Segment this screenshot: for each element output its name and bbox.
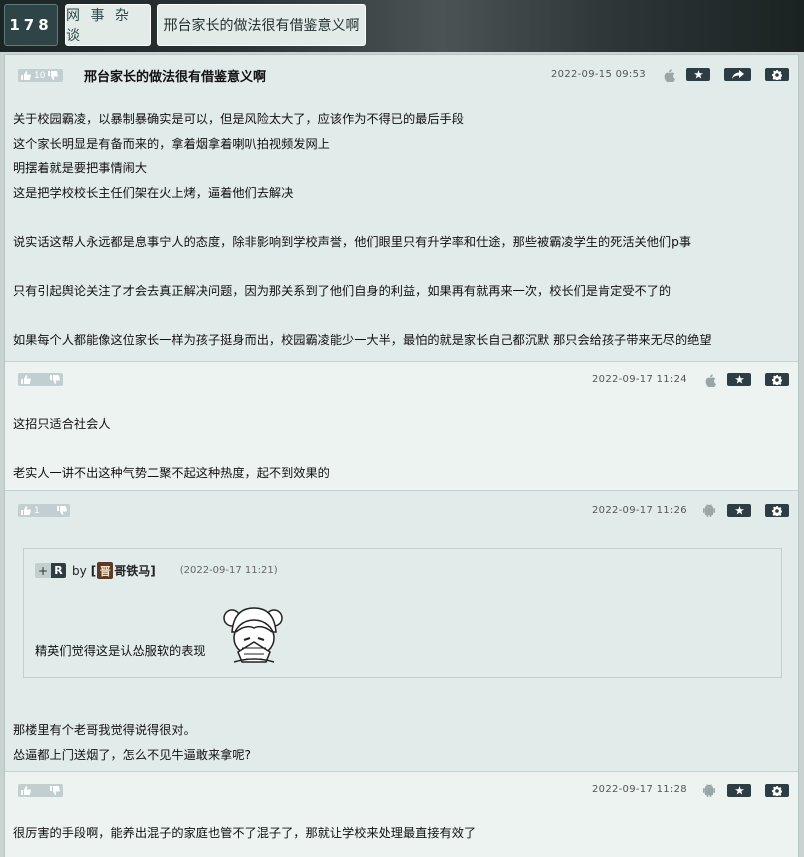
- post-line: 只有引起舆论关注了才会去真正解决问题，因为那关系到了他们自身的利益，如果再有就再…: [13, 284, 672, 299]
- quote-user[interactable]: [ 晋 哥铁马 ]: [91, 562, 156, 579]
- post-line: 说实话这帮人永远都是息事宁人的态度，除非影响到学校声誉，他们眼里只有升学率和仕途…: [13, 234, 692, 249]
- post-line: 关于校园霸凌，以暴制暴确实是可以，但是风险太大了，应该作为不得已的最后手段: [13, 112, 464, 126]
- post-body: 关于校园霸凌，以暴制暴确实是可以，但是风险太大了，应该作为不得已的最后手段 这个…: [13, 107, 712, 353]
- thread-title-tag[interactable]: 邢台家长的做法很有借鉴意义啊: [157, 4, 366, 46]
- post-body: 那楼里有个老哥我觉得说得很对。 怂逼都上门送烟了，怎么不见牛逼敢来拿呢?: [13, 718, 251, 767]
- vote-widget[interactable]: 1: [18, 504, 70, 517]
- quote-header: + R by [ 晋 哥铁马 ] (2022-09-17 11:21): [35, 562, 278, 579]
- favorite-button[interactable]: [727, 784, 751, 797]
- post-line: 明摆着就是要把事情闹大: [13, 161, 148, 176]
- gear-icon: [772, 785, 782, 796]
- category-tag[interactable]: 网 事 杂 谈: [65, 4, 151, 46]
- quote-reply-badge[interactable]: R: [51, 563, 66, 578]
- post-line: 老实人一讲不出这种气势二聚不起这种热度，起不到效果的: [13, 466, 330, 481]
- star-icon: [734, 506, 744, 515]
- star-icon: [734, 375, 744, 384]
- floor-number-tag[interactable]: 178: [4, 4, 58, 46]
- quote-user-bracket-close: ]: [150, 563, 156, 578]
- post-time: 2022-09-15 09:53: [551, 69, 646, 80]
- share-button[interactable]: [724, 68, 751, 81]
- gear-icon: [772, 505, 782, 516]
- favorite-button[interactable]: [686, 68, 710, 81]
- post-line: 很厉害的手段啊，能养出混子的家庭也管不了混子了，那就让学校来处理最直接有效了: [13, 826, 477, 840]
- avatar: 晋: [97, 562, 114, 579]
- thumbs-up-icon[interactable]: [21, 506, 31, 515]
- quote-user-bracket-open: [: [90, 563, 97, 578]
- post-time: 2022-09-17 11:28: [592, 784, 687, 795]
- post-line: [13, 437, 330, 462]
- thumbs-down-icon[interactable]: [48, 71, 59, 80]
- post-line: [13, 205, 712, 230]
- apple-icon: [664, 69, 675, 82]
- star-icon: [734, 786, 744, 795]
- post-title: 邢台家长的做法很有借鉴意义啊: [84, 70, 267, 85]
- vote-widget[interactable]: [18, 373, 63, 386]
- gear-icon: [772, 374, 782, 385]
- vote-count: 1: [34, 505, 40, 516]
- post-line: 这招只适合社会人: [13, 417, 111, 431]
- gear-icon: [772, 69, 782, 80]
- apple-icon: [705, 374, 716, 387]
- post-line: 那楼里有个老哥我觉得说得很对。: [13, 723, 196, 737]
- vote-widget[interactable]: 10: [18, 69, 63, 82]
- settings-button[interactable]: [765, 68, 789, 81]
- android-icon: [703, 504, 715, 517]
- sticker-image: [223, 607, 283, 663]
- quote-time: (2022-09-17 11:21): [179, 565, 278, 576]
- vote-count: 10: [34, 70, 46, 81]
- quote-block: + R by [ 晋 哥铁马 ] (2022-09-17 11:21) 精英们觉…: [23, 548, 782, 678]
- settings-button[interactable]: [765, 784, 789, 797]
- thumbs-down-icon[interactable]: [50, 786, 60, 795]
- quote-user-name: 哥铁马: [114, 564, 151, 578]
- thumbs-down-icon[interactable]: [57, 506, 67, 515]
- quote-text: 精英们觉得这是认怂服软的表现: [35, 644, 206, 658]
- post-2: 2022-09-17 11:24 这招只适合社会人 老实人一讲不出这种气势二聚不…: [5, 362, 798, 490]
- thumbs-up-icon[interactable]: [21, 71, 31, 80]
- post-body: 很厉害的手段啊，能养出混子的家庭也管不了混子了，那就让学校来处理最直接有效了: [13, 821, 476, 846]
- post-body: 这招只适合社会人 老实人一讲不出这种气势二聚不起这种热度，起不到效果的: [13, 412, 330, 486]
- post-1: 10 邢台家长的做法很有借鉴意义啊 2022-09-15 09:53 关于校园霸…: [5, 55, 798, 361]
- favorite-button[interactable]: [727, 373, 751, 386]
- share-icon: [731, 70, 744, 79]
- thumbs-up-icon[interactable]: [21, 375, 31, 384]
- quote-by-label: by: [72, 563, 87, 578]
- post-3: 1 2022-09-17 11:26 + R by [ 晋 哥铁马 ] (202…: [5, 491, 798, 771]
- post-line: [13, 304, 712, 329]
- star-icon: [693, 70, 703, 79]
- thumbs-down-icon[interactable]: [50, 375, 60, 384]
- thumbs-up-icon[interactable]: [21, 786, 31, 795]
- post-time: 2022-09-17 11:24: [592, 374, 687, 385]
- post-line: [13, 255, 712, 280]
- settings-button[interactable]: [765, 373, 789, 386]
- vote-widget[interactable]: [18, 784, 63, 797]
- post-4: 2022-09-17 11:28 很厉害的手段啊，能养出混子的家庭也管不了混子了…: [5, 772, 798, 857]
- settings-button[interactable]: [765, 504, 789, 517]
- post-line: 这个家长明显是有备而来的，拿着烟拿着喇叭拍视频发网上: [13, 136, 330, 151]
- favorite-button[interactable]: [727, 504, 751, 517]
- post-line: 怂逼都上门送烟了，怎么不见牛逼敢来拿呢?: [13, 747, 252, 762]
- quote-expand-button[interactable]: +: [35, 563, 51, 578]
- android-icon: [703, 784, 715, 797]
- post-line: 如果每个人都能像这位家长一样为孩子挺身而出，校园霸凌能少一大半，最怕的就是家长自…: [13, 333, 712, 348]
- post-time: 2022-09-17 11:26: [592, 505, 687, 516]
- thread-panel: 10 邢台家长的做法很有借鉴意义啊 2022-09-15 09:53 关于校园霸…: [4, 54, 799, 857]
- post-line: 这是把学校校长主任们架在火上烤，逼着他们去解决: [13, 185, 294, 200]
